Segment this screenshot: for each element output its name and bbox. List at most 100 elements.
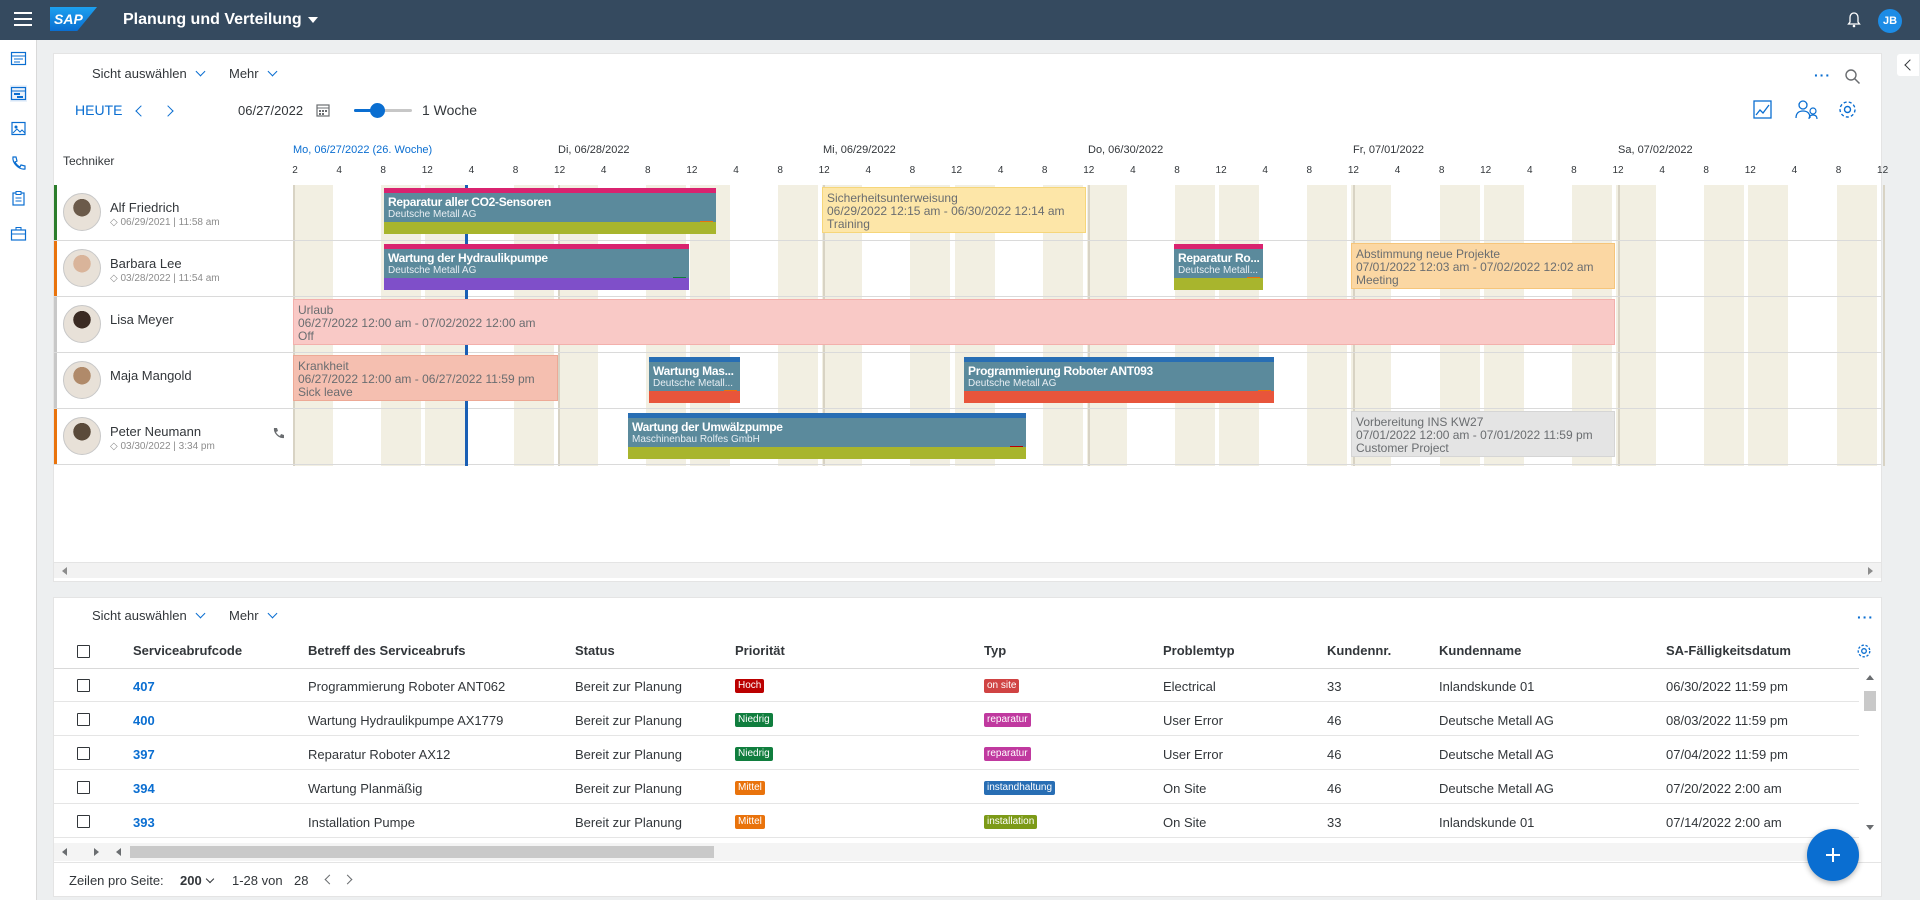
service-call-code-link[interactable]: 394 xyxy=(133,781,155,796)
settings-gear-icon[interactable] xyxy=(1837,99,1858,120)
image-icon[interactable] xyxy=(10,120,27,137)
row-checkbox[interactable] xyxy=(77,747,90,760)
chart-toggle-icon[interactable] xyxy=(1753,100,1772,119)
absence-bar[interactable]: Vorbereitung INS KW27 07/01/2022 12:00 a… xyxy=(1351,411,1615,457)
phone-icon[interactable] xyxy=(272,427,286,441)
user-avatar[interactable]: JB xyxy=(1878,9,1902,33)
assignment-bar[interactable]: Reparatur Ro... Deutsche Metall... M xyxy=(1174,244,1263,290)
overflow-menu-icon[interactable]: ··· xyxy=(1814,67,1831,83)
previous-page-icon[interactable] xyxy=(324,874,335,885)
row-checkbox[interactable] xyxy=(77,679,90,692)
table-settings-icon[interactable] xyxy=(1856,643,1872,659)
column-header-type[interactable]: Typ xyxy=(984,643,1006,658)
column-header-due-date[interactable]: SA-Fälligkeitsdatum xyxy=(1666,643,1791,658)
table-row[interactable]: 393 Installation Pumpe Bereit zur Planung M… xyxy=(54,805,1859,838)
next-page-icon[interactable] xyxy=(342,874,353,885)
app-title[interactable]: Planung und Verteilung xyxy=(123,10,318,30)
view-select-label: Sicht auswählen xyxy=(92,66,187,81)
absence-bar[interactable]: Abstimmung neue Projekte 07/01/2022 12:0… xyxy=(1351,243,1615,289)
scroll-down-icon[interactable] xyxy=(1866,825,1874,830)
scroll-left-icon[interactable] xyxy=(62,567,67,575)
due-date: 08/03/2022 11:59 pm xyxy=(1666,713,1788,728)
clipboard-icon[interactable] xyxy=(10,190,27,207)
assignment-bar[interactable]: Programmierung Roboter ANT093 Deutsche M… xyxy=(964,357,1274,403)
table-view-select-dropdown[interactable]: Sicht auswählen xyxy=(92,608,206,623)
table-row[interactable]: 400 Wartung Hydraulikpumpe AX1779 Bereit z… xyxy=(54,703,1859,736)
priority-badge: M xyxy=(1247,277,1260,278)
absence-bar[interactable]: Sicherheitsunterweisung 06/29/2022 12:15… xyxy=(822,187,1086,233)
phone-icon[interactable] xyxy=(10,155,27,172)
scroll-left-icon[interactable] xyxy=(62,848,67,856)
table-row[interactable]: 394 Wartung Planmäßig Bereit zur Planung Mi… xyxy=(54,771,1859,804)
hour-tick: 8 xyxy=(1174,165,1180,176)
service-call-subject: Installation Pumpe xyxy=(308,815,415,830)
technician-last-update: ◇ 06/29/2021 | 11:58 am xyxy=(110,217,220,228)
date-input[interactable]: 06/27/2022 xyxy=(238,103,303,118)
service-call-code-link[interactable]: 397 xyxy=(133,747,155,762)
hour-tick: 4 xyxy=(1262,165,1268,176)
technician-last-update: ◇ 03/30/2022 | 3:34 pm xyxy=(110,441,215,452)
assignment-title: Wartung der Umwälzpumpe xyxy=(632,420,783,434)
table-vertical-scrollbar[interactable] xyxy=(1861,669,1879,837)
problem-type: On Site xyxy=(1163,815,1207,830)
column-header-customer-no[interactable]: Kundennr. xyxy=(1327,643,1391,658)
technician-row[interactable]: Alf Friedrich ◇ 06/29/2021 | 11:58 am xyxy=(54,185,294,241)
column-header-subject[interactable]: Betreff des Serviceabrufs xyxy=(308,643,466,658)
service-call-code-link[interactable]: 393 xyxy=(133,815,155,830)
scroll-right-icon[interactable] xyxy=(94,848,99,856)
column-header-problem-type[interactable]: Problemtyp xyxy=(1163,643,1235,658)
row-checkbox[interactable] xyxy=(77,781,90,794)
column-header-status[interactable]: Status xyxy=(575,643,615,658)
table-more-dropdown[interactable]: Mehr xyxy=(229,608,278,623)
search-icon[interactable] xyxy=(1844,68,1861,85)
row-checkbox[interactable] xyxy=(77,815,90,828)
type-tag: reparatur xyxy=(984,713,1031,727)
zoom-slider[interactable] xyxy=(354,103,412,118)
table-overflow-icon[interactable]: ··· xyxy=(1857,609,1874,625)
row-checkbox[interactable] xyxy=(77,713,90,726)
assignment-bar[interactable]: Wartung der Hydraulikpumpe Deutsche Meta… xyxy=(384,244,689,290)
vertical-scroll-thumb[interactable] xyxy=(1864,691,1876,711)
briefcase-icon[interactable] xyxy=(10,225,27,242)
add-button[interactable] xyxy=(1807,829,1859,881)
technician-row[interactable]: Peter Neumann ◇ 03/30/2022 | 3:34 pm xyxy=(54,409,294,465)
table-row[interactable]: 407 Programmierung Roboter ANT062 Bereit z… xyxy=(54,669,1859,702)
column-header-customer-name[interactable]: Kundenname xyxy=(1439,643,1521,658)
table-row[interactable]: 397 Reparatur Roboter AX12 Bereit zur Plan… xyxy=(54,737,1859,770)
calendar-icon[interactable] xyxy=(316,103,330,117)
due-date: 07/14/2022 2:00 am xyxy=(1666,815,1782,830)
gantt-horizontal-scrollbar[interactable] xyxy=(54,562,1881,578)
technician-avatar xyxy=(63,193,101,231)
technician-row[interactable]: Lisa Meyer xyxy=(54,297,294,353)
menu-icon[interactable] xyxy=(14,12,32,26)
hour-tick: 4 xyxy=(468,165,475,176)
technician-sub-text: 03/28/2022 | 11:54 am xyxy=(120,273,220,284)
table-horizontal-scrollbar[interactable] xyxy=(54,843,1859,861)
more-dropdown[interactable]: Mehr xyxy=(229,66,278,81)
absence-bar[interactable]: Urlaub 06/27/2022 12:00 am - 07/02/2022 … xyxy=(293,299,1615,345)
today-button[interactable]: HEUTE xyxy=(75,102,122,118)
technician-row[interactable]: Maja Mangold xyxy=(54,353,294,409)
assignment-bar[interactable]: Wartung der Umwälzpumpe Maschinenbau Rol… xyxy=(628,413,1026,459)
calendar-list-icon[interactable] xyxy=(10,50,27,67)
scroll-left-icon[interactable] xyxy=(116,848,121,856)
service-call-code-link[interactable]: 400 xyxy=(133,713,155,728)
customer-name: Inlandskunde 01 xyxy=(1439,815,1535,830)
view-select-dropdown[interactable]: Sicht auswählen xyxy=(92,66,206,81)
team-assign-icon[interactable] xyxy=(1795,99,1819,120)
assignment-bar[interactable]: Wartung Mas... Deutsche Metall... M xyxy=(649,357,740,403)
technician-row[interactable]: Barbara Lee ◇ 03/28/2022 | 11:54 am xyxy=(54,241,294,297)
notification-bell-icon[interactable] xyxy=(1846,12,1862,28)
assignment-bar[interactable]: Reparatur aller CO2-Sensoren Deutsche Me… xyxy=(384,188,716,234)
service-call-code-link[interactable]: 407 xyxy=(133,679,155,694)
column-header-priority[interactable]: Priorität xyxy=(735,643,785,658)
select-all-checkbox[interactable] xyxy=(77,645,90,658)
horizontal-scroll-thumb[interactable] xyxy=(130,846,714,858)
rows-per-page-select[interactable]: 200 xyxy=(180,873,214,888)
column-header-code[interactable]: Serviceabrufcode xyxy=(133,643,242,658)
absence-bar[interactable]: Krankheit 06/27/2022 12:00 am - 06/27/20… xyxy=(293,355,558,401)
planning-board-icon[interactable] xyxy=(10,85,27,102)
collapse-panel-button[interactable] xyxy=(1897,54,1919,76)
scroll-up-icon[interactable] xyxy=(1866,675,1874,680)
scroll-right-icon[interactable] xyxy=(1868,567,1873,575)
